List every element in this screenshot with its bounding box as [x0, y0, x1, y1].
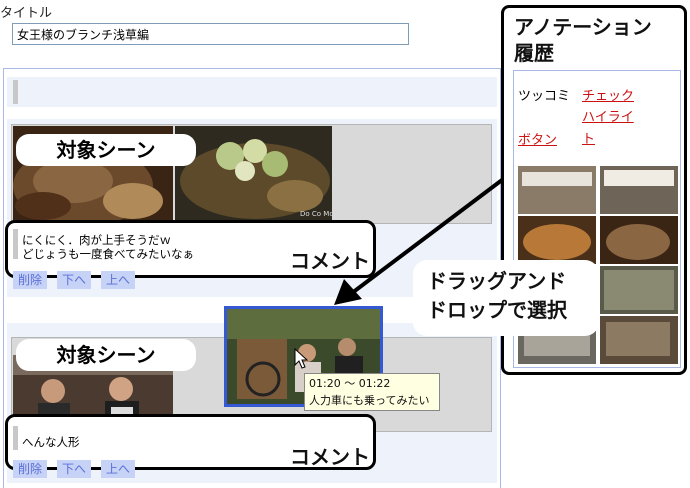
scene-tooltip: 01:20 ～ 01:22 人力車にも乗ってみたい: [304, 373, 440, 411]
title-input[interactable]: [12, 23, 409, 45]
comment-callout-label: コメント: [290, 445, 370, 469]
comment-line-1[interactable]: へんな人形: [22, 435, 80, 449]
empty-row: [7, 77, 497, 107]
delete-button[interactable]: 削除: [13, 460, 47, 478]
delete-button[interactable]: 削除: [13, 271, 47, 289]
row-marker: [13, 80, 18, 104]
comment-marker: [13, 426, 18, 450]
tab-check[interactable]: チェック: [582, 85, 634, 104]
comment-marker: [13, 229, 18, 259]
scene-callout: 対象シーン: [16, 339, 196, 371]
history-title: アノテーション 履歴: [514, 15, 652, 65]
move-down-button[interactable]: 下へ: [57, 271, 91, 289]
move-up-button[interactable]: 上へ: [101, 271, 135, 289]
comment-line-1[interactable]: にくにく．肉が上手そうだｗ: [22, 233, 171, 247]
drag-drop-callout: ドラッグアンド ドロップで選択: [413, 260, 599, 336]
move-up-button[interactable]: 上へ: [101, 460, 135, 478]
comment-line-2[interactable]: どじょうも一度食べてみたいなぁ: [22, 247, 194, 261]
scene-callout: 対象シーン: [16, 134, 196, 166]
tab-highlight[interactable]: ハイライト: [582, 107, 642, 151]
thumb-watermark: Do Co Mo: [300, 210, 332, 218]
mouse-cursor-icon: [294, 348, 309, 369]
move-down-button[interactable]: 下へ: [57, 460, 91, 478]
scene-thumbnail[interactable]: Do Co Mo: [175, 126, 332, 222]
tab-button[interactable]: ボタン: [518, 129, 557, 148]
tooltip-time: 01:20 ～ 01:22: [309, 377, 391, 390]
food-image-2: Do Co Mo: [175, 126, 332, 222]
title-label: タイトル: [0, 6, 53, 21]
tooltip-caption: 人力車にも乗ってみたい: [309, 394, 430, 407]
tab-tsukkomi[interactable]: ツッコミ: [518, 85, 570, 104]
